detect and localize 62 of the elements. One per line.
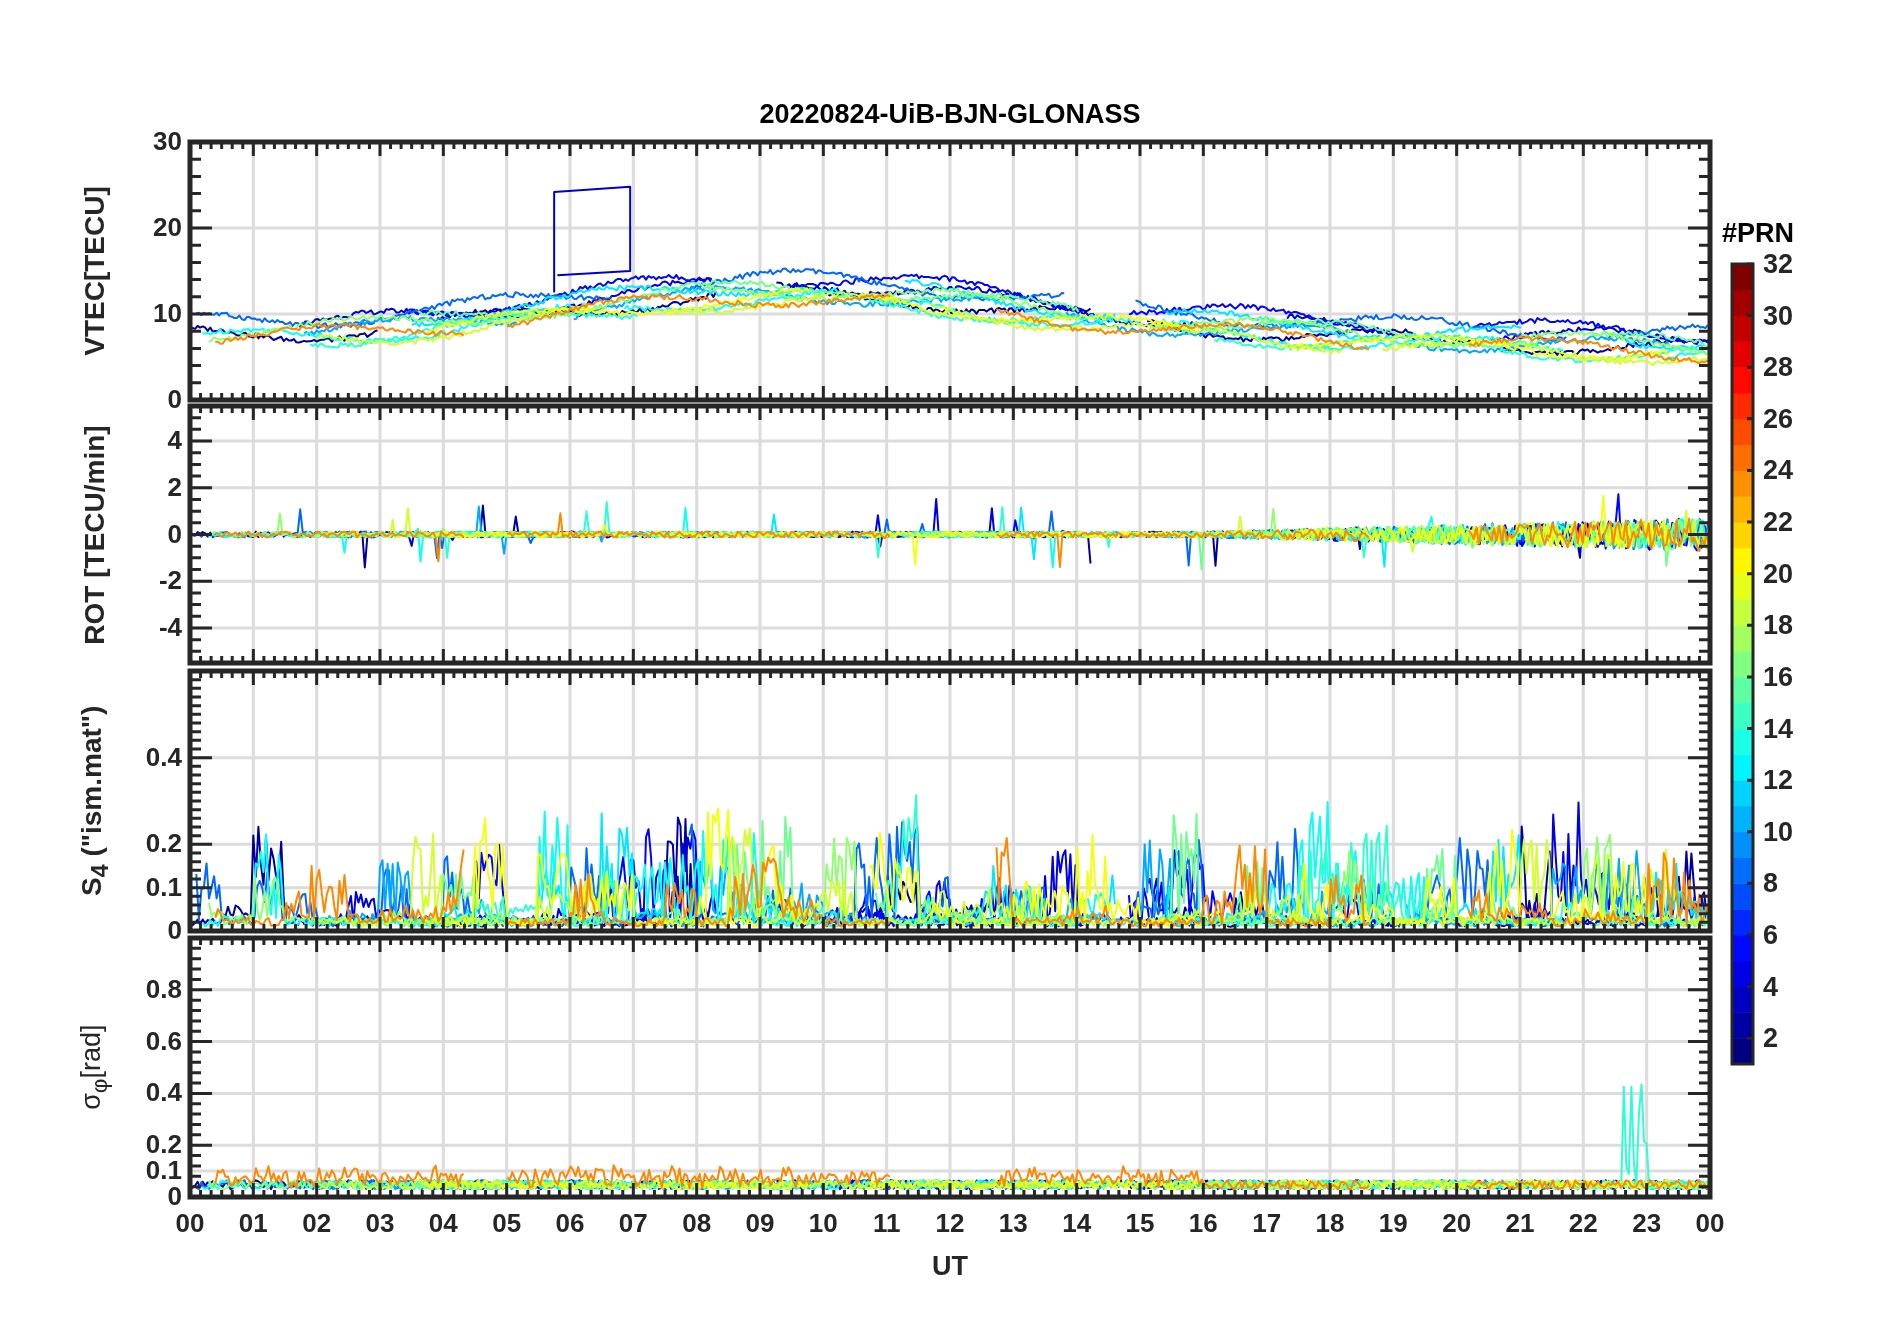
colorbar-tick-label: 30 xyxy=(1763,300,1794,331)
colorbar-tick-label: 8 xyxy=(1763,868,1779,899)
colorbar-tick-label: 22 xyxy=(1763,507,1794,538)
colorbar-tick-label: 24 xyxy=(1763,455,1794,486)
x-tick-label: 22 xyxy=(1568,1208,1598,1238)
y-tick-label: 0 xyxy=(167,518,182,549)
x-tick-label: 11 xyxy=(872,1208,901,1238)
x-tick-label: 07 xyxy=(618,1208,648,1238)
x-tick-label: 00 xyxy=(175,1208,205,1238)
colorbar-tick-label: 4 xyxy=(1763,971,1779,1002)
y-tick-label: -4 xyxy=(158,611,182,642)
x-tick-label: 10 xyxy=(808,1208,838,1238)
x-tick-label: 13 xyxy=(998,1208,1028,1238)
colorbar-tick-label: 26 xyxy=(1763,403,1794,434)
x-tick-label: 20 xyxy=(1442,1208,1472,1238)
colorbar-tick-label: 12 xyxy=(1763,765,1794,796)
x-tick-label: 02 xyxy=(302,1208,332,1238)
colorbar-tick-label: 2 xyxy=(1763,1023,1779,1054)
axis-title: VTEC[TECU] xyxy=(79,186,111,356)
x-tick-label: 15 xyxy=(1125,1208,1155,1238)
x-tick-label: 00 xyxy=(1695,1208,1725,1238)
y-tick-label: 0.6 xyxy=(145,1025,182,1056)
x-tick-label: 14 xyxy=(1062,1208,1092,1238)
y-tick-label: 0.2 xyxy=(145,828,182,859)
colorbar-tick-label: 20 xyxy=(1763,558,1794,589)
colorbar-tick-label: 14 xyxy=(1763,713,1794,744)
y-tick-label: 4 xyxy=(167,425,182,456)
x-tick-label: 21 xyxy=(1505,1208,1535,1238)
colorbar-tick-label: 6 xyxy=(1763,919,1779,950)
x-tick-label: 17 xyxy=(1252,1208,1282,1238)
x-tick-label: 01 xyxy=(238,1208,268,1238)
x-tick-label: 06 xyxy=(555,1208,585,1238)
x-tick-label: 18 xyxy=(1315,1208,1345,1238)
axis-title: ROT [TECU/min] xyxy=(79,424,111,645)
y-tick-label: 2 xyxy=(167,471,182,502)
x-tick-label: 23 xyxy=(1632,1208,1662,1238)
y-tick-label: 30 xyxy=(153,126,182,156)
y-tick-label: 0.4 xyxy=(145,1077,182,1108)
y-tick-label: -2 xyxy=(158,565,182,596)
x-tick-label: 12 xyxy=(935,1208,965,1238)
y-tick-label: 10 xyxy=(153,298,182,328)
x-tick-label: 19 xyxy=(1378,1208,1408,1238)
y-tick-label: 0.8 xyxy=(145,973,182,1004)
x-tick-label: 05 xyxy=(492,1208,522,1238)
colorbar-tick-label: 16 xyxy=(1763,661,1794,692)
colorbar-title: #PRN xyxy=(1722,218,1794,248)
y-tick-label: 0.1 xyxy=(145,871,182,902)
colorbar-tick-label: 32 xyxy=(1763,249,1794,279)
y-tick-label: 0.4 xyxy=(145,741,182,772)
colorbar-tick-label: 10 xyxy=(1763,816,1794,847)
x-tick-label: 16 xyxy=(1188,1208,1218,1238)
colorbar-tick-label: 18 xyxy=(1763,610,1794,641)
axis-title: UT xyxy=(932,1251,968,1281)
x-tick-label: 08 xyxy=(682,1208,712,1238)
colorbar-tick-label: 28 xyxy=(1763,352,1794,383)
y-tick-label: 0 xyxy=(167,384,182,414)
x-tick-label: 04 xyxy=(428,1208,458,1238)
x-tick-label: 03 xyxy=(365,1208,395,1238)
x-tick-label: 09 xyxy=(745,1208,775,1238)
chart-title: 20220824-UiB-BJN-GLONASS xyxy=(759,98,1141,130)
y-tick-label: 20 xyxy=(153,212,182,242)
y-tick-label: 0 xyxy=(167,915,182,945)
